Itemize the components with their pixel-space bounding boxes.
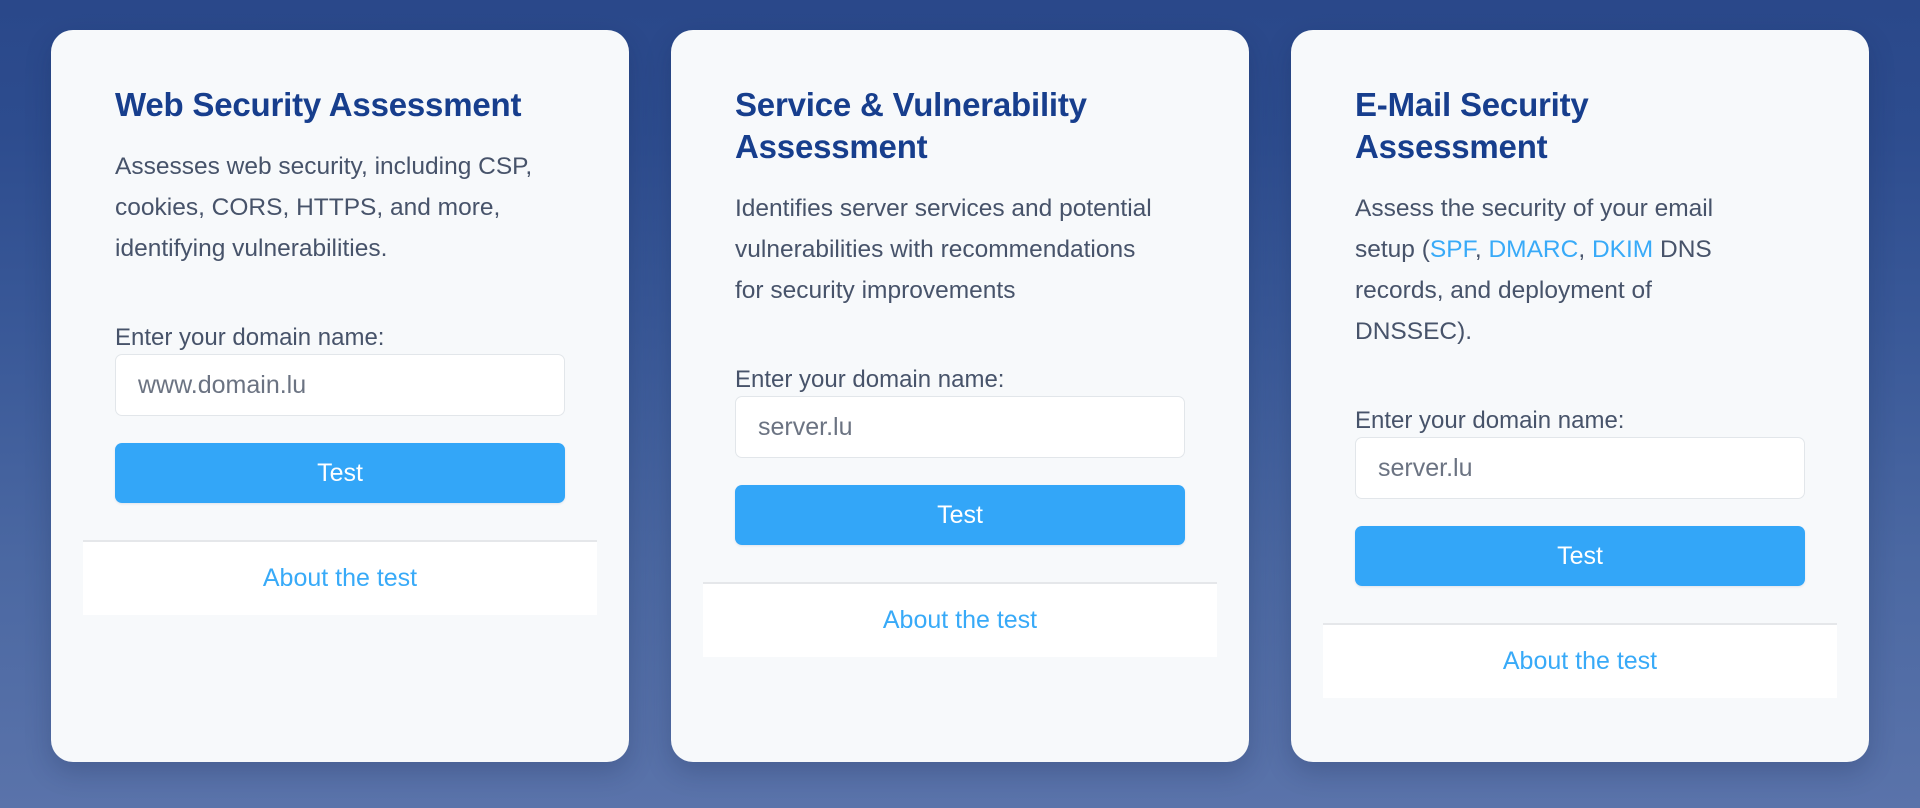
- domain-input[interactable]: [735, 396, 1185, 458]
- domain-input[interactable]: [1355, 437, 1805, 499]
- card-footer: About the test: [83, 540, 597, 615]
- domain-field-label: Enter your domain name:: [115, 324, 385, 351]
- inline-link-dmarc[interactable]: DMARC: [1488, 236, 1578, 263]
- domain-test-form: Enter your domain name: Test: [1291, 405, 1869, 586]
- about-the-test-link[interactable]: About the test: [263, 564, 417, 593]
- card-description: Identifies server services and potential…: [735, 195, 1152, 304]
- card-content: Service & Vulnerability Assessment Ident…: [671, 84, 1249, 311]
- card-footer: About the test: [1323, 623, 1837, 698]
- assessment-cards-page: Web Security Assessment Assesses web sec…: [0, 0, 1920, 808]
- domain-field-label: Enter your domain name:: [735, 366, 1005, 393]
- card-description: Assess the security of your email setup …: [1355, 195, 1714, 345]
- domain-test-form: Enter your domain name: Test: [671, 364, 1249, 545]
- test-button[interactable]: Test: [735, 485, 1185, 545]
- inline-link-dkim[interactable]: DKIM: [1592, 236, 1653, 263]
- domain-input[interactable]: [115, 354, 565, 416]
- assessment-card-email-security: E-Mail Security Assessment Assess the se…: [1291, 30, 1869, 762]
- card-description: Assesses web security, including CSP, co…: [115, 153, 533, 262]
- domain-field-label: Enter your domain name:: [1355, 407, 1625, 434]
- assessment-card-service-vulnerability: Service & Vulnerability Assessment Ident…: [671, 30, 1249, 762]
- about-the-test-link[interactable]: About the test: [883, 606, 1037, 635]
- test-button[interactable]: Test: [115, 443, 565, 503]
- card-title: Web Security Assessment: [115, 86, 522, 123]
- test-button[interactable]: Test: [1355, 526, 1805, 586]
- assessment-card-web-security: Web Security Assessment Assesses web sec…: [51, 30, 629, 762]
- card-title: E-Mail Security Assessment: [1355, 86, 1589, 165]
- card-content: Web Security Assessment Assesses web sec…: [51, 84, 629, 269]
- card-title: Service & Vulnerability Assessment: [735, 86, 1087, 165]
- about-the-test-link[interactable]: About the test: [1503, 647, 1657, 676]
- inline-link-spf[interactable]: SPF: [1430, 236, 1475, 263]
- domain-test-form: Enter your domain name: Test: [51, 322, 629, 503]
- card-footer: About the test: [703, 582, 1217, 657]
- card-content: E-Mail Security Assessment Assess the se…: [1291, 84, 1869, 352]
